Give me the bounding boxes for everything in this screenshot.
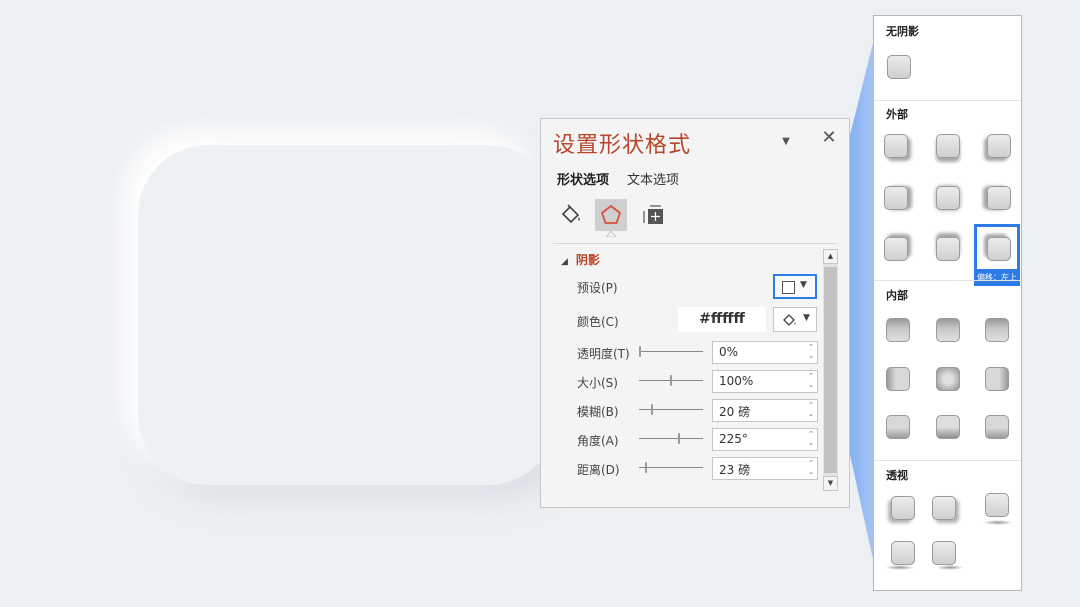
spin-arrows-icon[interactable]: ⌃ ⌄ — [808, 401, 814, 419]
slider-thumb[interactable] — [639, 346, 641, 357]
angle-label: 角度(A) — [577, 434, 619, 448]
size-properties-icon[interactable] — [637, 199, 669, 231]
size-input[interactable]: 100% ⌃ ⌄ — [712, 370, 818, 393]
preset-inner-bottom[interactable] — [936, 415, 960, 439]
transparency-value: 0% — [719, 345, 739, 359]
preset-inner-right[interactable] — [985, 367, 1009, 391]
blur-slider[interactable] — [639, 404, 703, 416]
gallery-heading-perspective: 透视 — [886, 469, 908, 482]
preset-inner-left[interactable] — [886, 367, 910, 391]
angle-input[interactable]: 225° ⌃ ⌄ — [712, 428, 818, 451]
shadow-preset-gallery: 无阴影 外部 偏移：左上 内部 透视 — [873, 15, 1022, 591]
preset-inner-bottom-left[interactable] — [886, 415, 910, 439]
tab-text-options[interactable]: 文本选项 — [627, 169, 679, 188]
angle-slider[interactable] — [639, 433, 703, 445]
scrollbar-thumb[interactable] — [824, 267, 837, 473]
active-category-pointer — [606, 231, 616, 237]
preset-inner-top[interactable] — [936, 318, 960, 342]
fill-line-icon[interactable] — [555, 199, 587, 231]
transparency-label: 透明度(T) — [577, 347, 630, 361]
selected-preset-tooltip: 偏移：左上 — [974, 269, 1020, 286]
preset-perspective-upper-right[interactable] — [932, 496, 956, 520]
angle-value: 225° — [719, 432, 748, 446]
chevron-down-icon: ▼ — [800, 280, 807, 290]
tab-shape-options[interactable]: 形状选项 — [557, 169, 609, 188]
spin-arrows-icon[interactable]: ⌃ ⌄ — [808, 343, 814, 361]
shadow-preset-square-icon — [782, 281, 795, 294]
preset-outer-offset-left[interactable] — [987, 186, 1011, 210]
preset-perspective-below[interactable] — [985, 493, 1009, 517]
showcase-card — [138, 145, 558, 485]
size-slider[interactable] — [639, 375, 703, 387]
perspective-ground-shadow — [936, 565, 964, 570]
shadow-section-header[interactable]: ◢ 阴影 — [561, 251, 600, 268]
shadow-section-title: 阴影 — [575, 253, 600, 267]
preset-perspective-upper-left[interactable] — [891, 496, 915, 520]
slider-thumb[interactable] — [651, 404, 653, 415]
size-label: 大小(S) — [577, 376, 618, 390]
gallery-separator — [874, 280, 1021, 281]
slider-thumb[interactable] — [678, 433, 680, 444]
preset-inner-center[interactable] — [936, 367, 960, 391]
perspective-ground-shadow — [885, 565, 915, 570]
spin-arrows-icon[interactable]: ⌃ ⌄ — [808, 372, 814, 390]
distance-slider[interactable] — [639, 462, 703, 474]
gallery-heading-inner: 内部 — [886, 289, 908, 302]
preset-no-shadow[interactable] — [887, 55, 911, 79]
distance-label: 距离(D) — [577, 463, 620, 477]
size-value: 100% — [719, 374, 754, 388]
transparency-slider[interactable] — [639, 346, 703, 358]
preset-inner-top-left[interactable] — [886, 318, 910, 342]
preset-inner-bottom-right[interactable] — [985, 415, 1009, 439]
gallery-heading-no-shadow: 无阴影 — [886, 25, 919, 38]
scroll-up-icon[interactable]: ▲ — [823, 249, 838, 264]
distance-input[interactable]: 23 磅 ⌃ ⌄ — [712, 457, 818, 480]
collapse-triangle-icon: ◢ — [561, 257, 568, 267]
blur-input[interactable]: 20 磅 ⌃ ⌄ — [712, 399, 818, 422]
paint-bucket-icon — [783, 314, 796, 326]
distance-value: 23 磅 — [719, 463, 751, 477]
gallery-heading-outer: 外部 — [886, 108, 908, 121]
color-label: 颜色(C) — [577, 315, 619, 329]
close-icon[interactable]: ✕ — [820, 129, 838, 147]
pane-title: 设置形状格式 — [553, 133, 692, 158]
preset-outer-offset-bottom-right[interactable] — [884, 134, 908, 158]
preset-button[interactable]: ▼ — [773, 274, 817, 299]
preset-label: 预设(P) — [577, 281, 618, 295]
transparency-input[interactable]: 0% ⌃ ⌄ — [712, 341, 818, 364]
preset-outer-offset-right[interactable] — [884, 186, 908, 210]
scroll-down-icon[interactable]: ▼ — [823, 476, 838, 491]
blur-value: 20 磅 — [719, 405, 751, 419]
preset-perspective-lower-left[interactable] — [891, 541, 915, 565]
spin-arrows-icon[interactable]: ⌃ ⌄ — [808, 459, 814, 477]
chevron-down-icon: ▼ — [803, 313, 810, 323]
slider-thumb[interactable] — [645, 462, 647, 473]
format-shape-pane: 设置形状格式 ▼ ✕ 形状选项 文本选项 ◢ 阴影 预设(P) ▼ 颜色(C) #… — [540, 118, 850, 508]
preset-outer-offset-top-right[interactable] — [884, 237, 908, 261]
preset-outer-offset-top[interactable] — [936, 237, 960, 261]
spin-arrows-icon[interactable]: ⌃ ⌄ — [808, 430, 814, 448]
pane-divider — [553, 243, 837, 244]
pane-options-dropdown-icon[interactable]: ▼ — [779, 135, 793, 149]
preset-outer-offset-bottom[interactable] — [936, 134, 960, 158]
color-hex-value: #ffffff — [678, 307, 766, 332]
preset-outer-offset-bottom-left[interactable] — [987, 134, 1011, 158]
effects-pentagon-icon[interactable] — [595, 199, 627, 231]
gallery-separator — [874, 100, 1021, 101]
color-picker-button[interactable]: ▼ — [773, 307, 817, 332]
perspective-ground-shadow — [983, 520, 1013, 525]
preset-outer-offset-center[interactable] — [936, 186, 960, 210]
gallery-separator — [874, 460, 1021, 461]
preset-perspective-lower-right[interactable] — [932, 541, 956, 565]
slider-thumb[interactable] — [670, 375, 672, 386]
preset-inner-top-right[interactable] — [985, 318, 1009, 342]
blur-label: 模糊(B) — [577, 405, 619, 419]
